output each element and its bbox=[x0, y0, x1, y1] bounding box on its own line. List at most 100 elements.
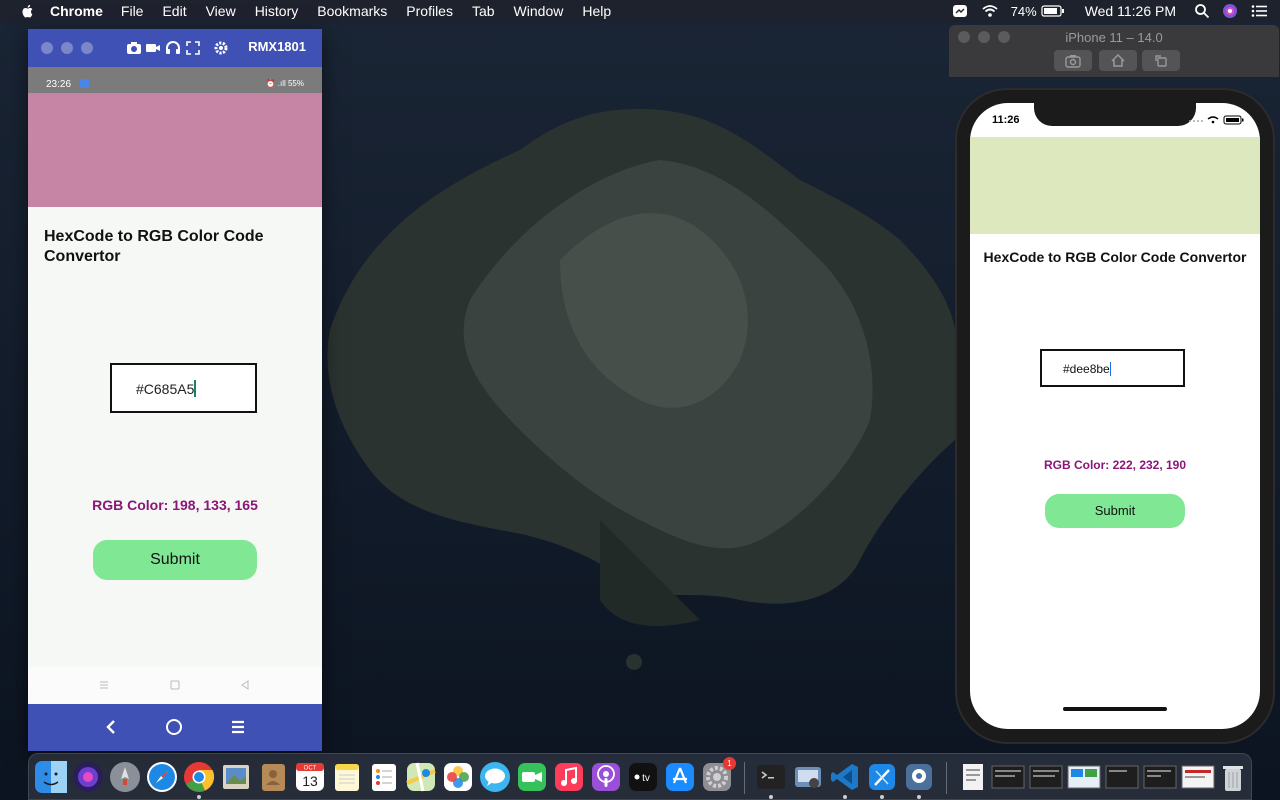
notification-center-icon[interactable] bbox=[1250, 3, 1268, 19]
home-circle-icon[interactable] bbox=[165, 718, 183, 736]
dock-app-xcode[interactable] bbox=[866, 761, 898, 793]
android-status-indicators: ⏰ .ıll 55% bbox=[265, 79, 304, 88]
ios-status-time: 11:26 bbox=[992, 114, 1020, 126]
dock-app-simulator[interactable] bbox=[903, 761, 935, 793]
menu-help[interactable]: Help bbox=[582, 3, 611, 19]
dock-app-music[interactable] bbox=[553, 761, 585, 793]
window-zoom-button[interactable] bbox=[81, 42, 93, 54]
sim-screenshot-button[interactable] bbox=[1054, 50, 1092, 71]
android-submit-button[interactable]: Submit bbox=[93, 540, 257, 580]
dock-app-messages[interactable] bbox=[479, 761, 511, 793]
dock-app-finder[interactable] bbox=[35, 761, 67, 793]
dock-app-notes[interactable] bbox=[331, 761, 363, 793]
dock-app-app-store[interactable] bbox=[664, 761, 696, 793]
android-hex-input[interactable]: #C685A5 bbox=[110, 363, 257, 413]
music-note-icon bbox=[555, 763, 583, 791]
pdf-document-icon bbox=[963, 764, 983, 790]
notes-icon bbox=[335, 764, 359, 791]
window-minimize-button[interactable] bbox=[61, 42, 73, 54]
dock-app-preview[interactable] bbox=[220, 761, 252, 793]
dock-minimized-window[interactable] bbox=[1067, 761, 1101, 793]
headphones-icon[interactable] bbox=[165, 40, 181, 56]
spotlight-search-icon[interactable] bbox=[1194, 3, 1210, 19]
dock-app-photos[interactable] bbox=[442, 761, 474, 793]
android-hex-value: #C685A5 bbox=[136, 381, 195, 397]
dock-minimized-window[interactable] bbox=[1105, 761, 1139, 793]
dock-app-image-capture[interactable] bbox=[792, 761, 824, 793]
text-caret bbox=[194, 380, 197, 397]
menu-profiles[interactable]: Profiles bbox=[406, 3, 453, 19]
menu-app-name[interactable]: Chrome bbox=[50, 3, 103, 19]
dock-app-apple-tv[interactable]: tv bbox=[627, 761, 659, 793]
home-square-icon[interactable] bbox=[169, 679, 181, 691]
dock-trash[interactable] bbox=[1217, 761, 1249, 793]
finder-icon bbox=[35, 761, 67, 793]
dock-minimized-window[interactable] bbox=[1029, 761, 1063, 793]
dock-minimized-window[interactable] bbox=[1143, 761, 1177, 793]
ios-home-indicator[interactable] bbox=[1063, 707, 1167, 711]
dock-minimized-window[interactable] bbox=[1181, 761, 1215, 793]
window-thumbnail-icon bbox=[1181, 765, 1215, 789]
dock-app-podcasts[interactable] bbox=[590, 761, 622, 793]
menu-history[interactable]: History bbox=[255, 3, 299, 19]
dock-app-calendar[interactable]: OCT 13 bbox=[294, 761, 326, 793]
ios-submit-button[interactable]: Submit bbox=[1045, 494, 1185, 528]
dock-app-terminal[interactable] bbox=[755, 761, 787, 793]
dock-app-siri[interactable] bbox=[72, 761, 104, 793]
dock-app-chrome[interactable] bbox=[183, 761, 215, 793]
back-triangle-icon[interactable] bbox=[239, 679, 251, 691]
window-close-button[interactable] bbox=[41, 42, 53, 54]
dock-running-indicator bbox=[843, 795, 847, 799]
ios-hex-input[interactable]: #dee8be bbox=[1040, 349, 1185, 387]
recents-lines-icon[interactable] bbox=[98, 679, 110, 691]
screen-recorder-icon[interactable] bbox=[951, 3, 969, 19]
battery-icon[interactable] bbox=[1041, 5, 1065, 17]
siri-icon bbox=[73, 762, 103, 792]
calendar-icon: OCT 13 bbox=[296, 763, 324, 791]
back-chevron-icon[interactable] bbox=[102, 718, 120, 736]
menu-tab[interactable]: Tab bbox=[472, 3, 495, 19]
window-thumbnail-icon bbox=[991, 765, 1025, 789]
app-store-update-badge: 1 bbox=[723, 757, 736, 770]
sim-home-button[interactable] bbox=[1099, 50, 1137, 71]
menu-clock[interactable]: Wed 11:26 PM bbox=[1085, 3, 1176, 19]
video-record-icon[interactable] bbox=[145, 40, 161, 56]
rotate-icon bbox=[1155, 55, 1167, 67]
photos-flower-icon bbox=[444, 763, 472, 791]
text-caret bbox=[1109, 362, 1111, 376]
menu-window[interactable]: Window bbox=[514, 3, 564, 19]
menu-view[interactable]: View bbox=[206, 3, 236, 19]
dock-app-reminders[interactable] bbox=[368, 761, 400, 793]
apple-logo-icon[interactable] bbox=[20, 3, 36, 19]
safari-compass-icon bbox=[147, 762, 177, 792]
menu-edit[interactable]: Edit bbox=[162, 3, 186, 19]
ios-color-preview bbox=[970, 137, 1260, 234]
dock-app-maps[interactable] bbox=[405, 761, 437, 793]
dock-app-safari[interactable] bbox=[146, 761, 178, 793]
ios-hex-value: #dee8be bbox=[1063, 362, 1110, 376]
menu-bookmarks[interactable]: Bookmarks bbox=[317, 3, 387, 19]
simulator-icon bbox=[906, 764, 932, 790]
dock-minimized-window[interactable] bbox=[991, 761, 1025, 793]
calendar-month: OCT bbox=[304, 766, 317, 772]
android-navigation-bar bbox=[28, 704, 322, 751]
fullscreen-icon[interactable] bbox=[185, 40, 201, 56]
dock-app-facetime[interactable] bbox=[516, 761, 548, 793]
messages-bubble-icon bbox=[480, 762, 510, 792]
dock-recent-document[interactable] bbox=[957, 761, 989, 793]
settings-gear-icon[interactable] bbox=[213, 40, 229, 56]
android-emulator-window: RMX1801 23:26 ⏰ .ıll 55% HexCode to RGB … bbox=[28, 29, 322, 751]
contacts-book-icon bbox=[262, 764, 285, 791]
dock-running-indicator bbox=[880, 795, 884, 799]
dock-app-launchpad[interactable] bbox=[109, 761, 141, 793]
siri-icon[interactable] bbox=[1222, 3, 1238, 19]
reminders-icon bbox=[372, 764, 396, 791]
camera-icon[interactable] bbox=[126, 40, 142, 56]
menu-lines-icon[interactable] bbox=[229, 718, 247, 736]
sim-rotate-button[interactable] bbox=[1142, 50, 1180, 71]
ios-rgb-result: RGB Color: 222, 232, 190 bbox=[1043, 458, 1187, 472]
dock-app-vscode[interactable] bbox=[829, 761, 861, 793]
menu-file[interactable]: File bbox=[121, 3, 144, 19]
dock-app-contacts[interactable] bbox=[257, 761, 289, 793]
wifi-icon[interactable] bbox=[981, 3, 999, 19]
